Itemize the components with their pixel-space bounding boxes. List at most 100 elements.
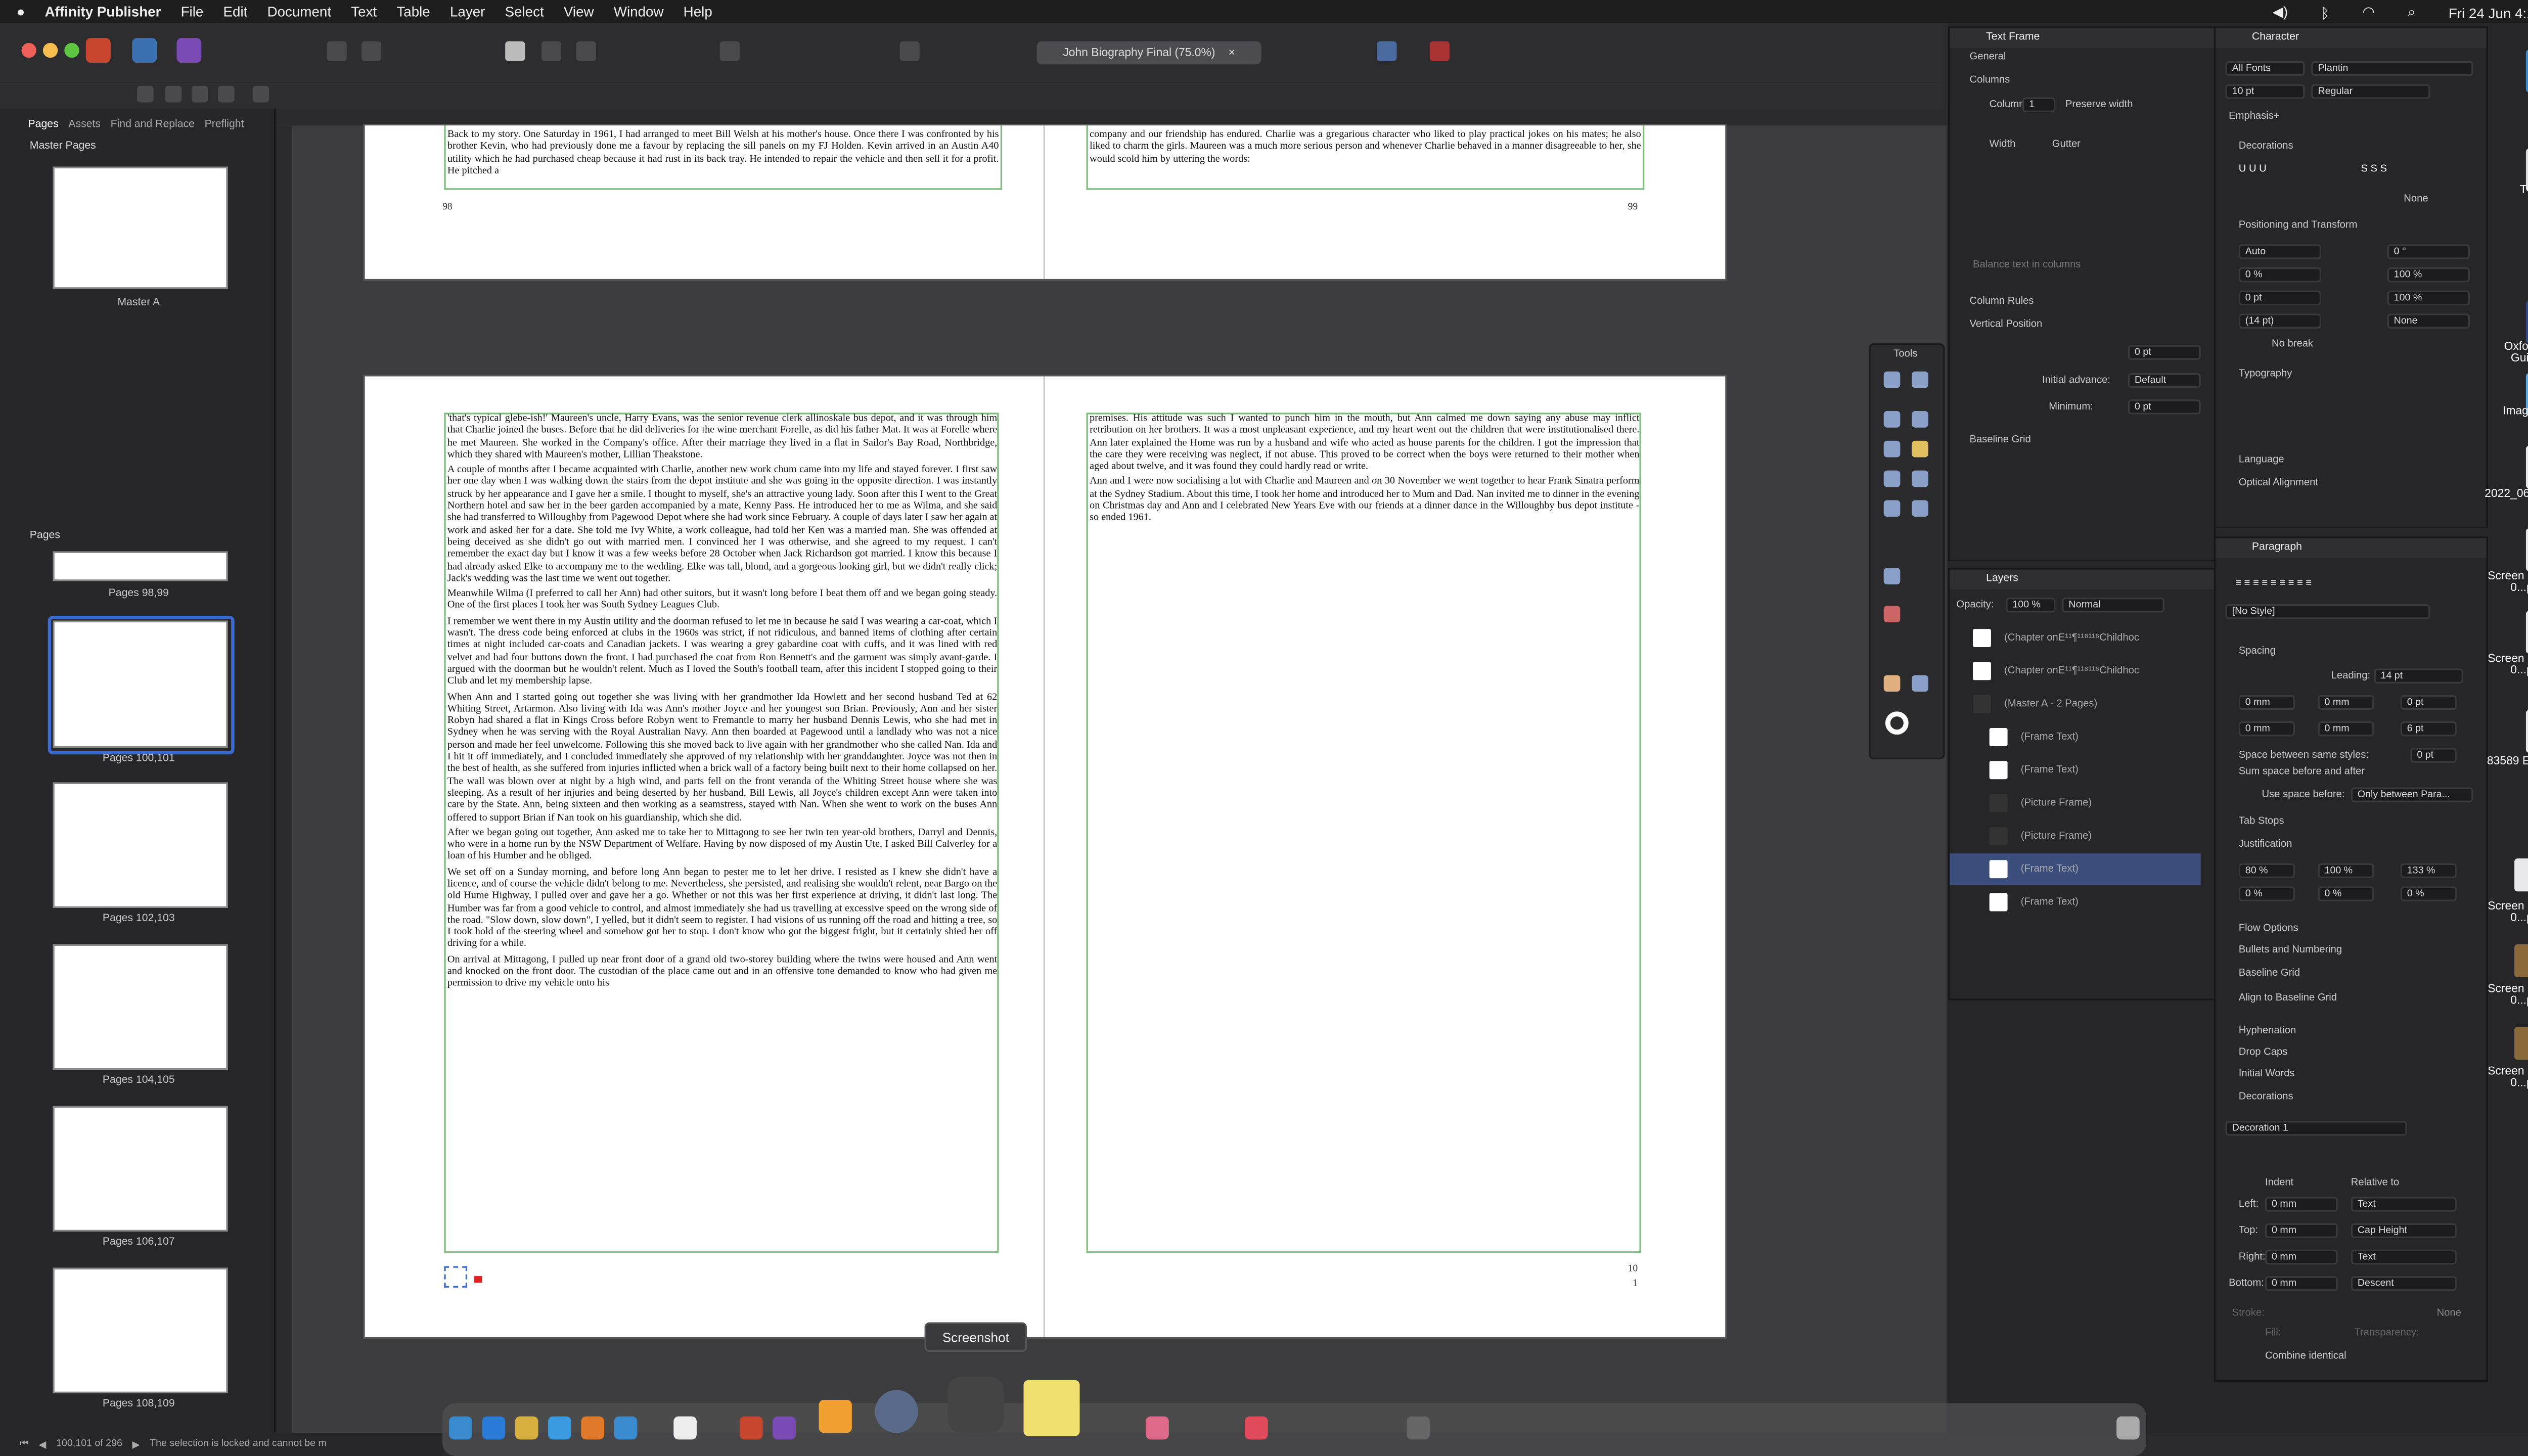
baseline-shift-field[interactable]: 0 pt xyxy=(2238,290,2322,306)
master-pages-header[interactable]: Master Pages xyxy=(30,141,96,152)
arrange-icon[interactable] xyxy=(719,41,740,61)
baseline-grid-section[interactable]: Baseline Grid xyxy=(2239,967,2300,979)
minimum-field[interactable]: 0 pt xyxy=(2128,399,2201,415)
layer-row[interactable]: (Chapter onE¹¹¶¹¹⁸¹¹⁶Childhoc xyxy=(1950,655,2200,687)
zoom-tool-icon[interactable] xyxy=(1912,675,1928,692)
preferences-icon[interactable] xyxy=(327,41,347,61)
desktop-image-icon[interactable] xyxy=(2514,944,2528,978)
snapping-icon[interactable] xyxy=(899,41,920,61)
view-mode-icon[interactable] xyxy=(505,41,525,61)
safari-icon[interactable] xyxy=(548,1416,571,1440)
paragraph-title[interactable]: Paragraph xyxy=(2216,538,2487,558)
page-thumb-102-103[interactable] xyxy=(53,782,228,908)
decoration-select[interactable]: Decoration 1 xyxy=(2225,1121,2407,1136)
opacity-field[interactable]: 100 % xyxy=(2006,598,2056,613)
page-thumb-104-105[interactable] xyxy=(53,944,228,1070)
alignment-icons[interactable]: ≡ ≡ ≡ ≡ ≡ ≡ ≡ ≡ ≡ xyxy=(2235,578,2312,589)
zoom-window-icon[interactable] xyxy=(64,42,79,58)
minimize-window-icon[interactable] xyxy=(42,42,58,58)
layer-row[interactable]: (Frame Text) xyxy=(1950,886,2200,918)
master-a-thumbnail[interactable] xyxy=(53,166,228,289)
section-column-rules[interactable]: Column Rules xyxy=(1970,295,2034,307)
node-tool-icon[interactable] xyxy=(1912,371,1928,388)
space-same-styles-field[interactable]: 0 pt xyxy=(2410,748,2457,763)
desktop-image-icon[interactable] xyxy=(2525,528,2528,571)
skew-field[interactable]: 0 ° xyxy=(2387,244,2470,259)
last-line-indent-field[interactable]: 0 mm xyxy=(2318,721,2374,737)
preview-icon[interactable] xyxy=(875,1390,918,1433)
app-store-icon[interactable] xyxy=(482,1416,506,1440)
layer-row[interactable]: (Master A - 2 Pages) xyxy=(1950,689,2200,720)
use-space-before-select[interactable]: Only between Para... xyxy=(2351,787,2473,802)
tracking-field[interactable]: 0 % xyxy=(2238,267,2322,283)
horizontal-scale-field[interactable]: 100 % xyxy=(2387,290,2470,306)
kerning-field[interactable]: Auto xyxy=(2238,244,2322,259)
initial-words-section[interactable]: Initial Words xyxy=(2239,1068,2295,1080)
underline-icon[interactable]: U U U xyxy=(2239,163,2267,175)
text-frame-title[interactable]: Text Frame xyxy=(1950,28,2214,48)
decoration-top-relative[interactable]: Cap Height xyxy=(2351,1223,2457,1238)
notes-icon[interactable] xyxy=(515,1416,538,1440)
fill-tool-icon[interactable] xyxy=(1883,606,1901,623)
tab-find-replace[interactable]: Find and Replace xyxy=(111,119,195,130)
page-thumb-108-109[interactable] xyxy=(53,1267,228,1393)
layers-title[interactable]: Layers xyxy=(1950,569,2214,589)
music-icon[interactable] xyxy=(1245,1416,1268,1440)
decorations-section[interactable]: Decorations xyxy=(2239,141,2293,152)
menu-view[interactable]: View xyxy=(564,4,594,20)
layer-row[interactable]: (Picture Frame) xyxy=(1950,788,2200,819)
snap-object-icon[interactable] xyxy=(165,85,182,103)
color-wheel-icon[interactable] xyxy=(1885,711,1909,735)
publisher-app-icon[interactable] xyxy=(739,1416,763,1440)
color-icon[interactable] xyxy=(1429,41,1450,61)
space-same-styles-label[interactable]: Space between same styles: xyxy=(2239,749,2369,761)
menu-text[interactable]: Text xyxy=(351,4,377,20)
document-setup-icon[interactable] xyxy=(362,41,382,61)
screenshot-app-icon[interactable] xyxy=(947,1377,1004,1433)
blend-mode-select[interactable]: Normal xyxy=(2062,598,2164,613)
frame-icon[interactable] xyxy=(1377,41,1397,61)
close-tab-icon[interactable]: × xyxy=(1229,47,1235,59)
rectangle-tool-icon[interactable] xyxy=(1883,470,1901,487)
balance-checkbox[interactable]: Balance text in columns xyxy=(1973,259,2081,271)
bluetooth-icon[interactable]: ᛒ xyxy=(2321,4,2329,21)
preserve-width-checkbox[interactable]: Preserve width xyxy=(2065,99,2133,111)
prev-page-icon[interactable]: ◀ xyxy=(38,1439,46,1450)
page-thumb-100-101[interactable] xyxy=(53,620,228,748)
desktop-pdf-icon[interactable] xyxy=(2525,710,2528,753)
no-break-checkbox[interactable]: No break xyxy=(2272,338,2313,350)
space-before-field[interactable]: 0 pt xyxy=(2400,695,2457,710)
strikethrough-icon[interactable]: S S S xyxy=(2361,163,2387,175)
desktop-file-icon[interactable] xyxy=(2525,49,2528,93)
transform-icon[interactable] xyxy=(218,85,235,103)
hyphenation-section[interactable]: Hyphenation xyxy=(2239,1025,2296,1037)
page-thumb-98-99[interactable] xyxy=(53,551,228,581)
hand-tool-icon[interactable] xyxy=(1883,675,1901,692)
mail-icon[interactable] xyxy=(614,1416,638,1440)
left-indent-field[interactable]: 0 mm xyxy=(2238,695,2295,710)
next-page-icon[interactable]: ▶ xyxy=(132,1439,140,1450)
letter-spacing-min-field[interactable]: 0 % xyxy=(2238,886,2295,901)
page-thumb-106-107[interactable] xyxy=(53,1106,228,1232)
typography-section[interactable]: Typography xyxy=(2239,368,2292,380)
photo-persona-icon[interactable] xyxy=(176,38,202,63)
menu-document[interactable]: Document xyxy=(267,4,332,20)
font-size-field[interactable]: 10 pt xyxy=(2225,84,2305,99)
section-columns[interactable]: Columns xyxy=(1970,74,2010,86)
document-canvas[interactable]: Back to my story. One Saturday in 1961, … xyxy=(276,109,1947,1433)
decoration-top-field[interactable]: 0 mm xyxy=(2265,1223,2338,1238)
snap-margin-icon[interactable] xyxy=(191,85,208,103)
desktop-image-icon[interactable] xyxy=(2525,611,2528,654)
leading-field[interactable]: 14 pt xyxy=(2374,668,2463,684)
word-spacing-min-field[interactable]: 80 % xyxy=(2238,863,2295,879)
desktop-pdf-icon[interactable] xyxy=(2525,300,2528,344)
menu-select[interactable]: Select xyxy=(505,4,544,20)
spacing-section[interactable]: Spacing xyxy=(2239,646,2276,657)
designer-app-icon[interactable] xyxy=(773,1416,796,1440)
layer-row[interactable]: (Chapter onE¹¹¶¹¹⁸¹¹⁶Childhoc xyxy=(1950,622,2200,654)
font-collection-select[interactable]: All Fonts xyxy=(2225,61,2305,76)
tab-assets[interactable]: Assets xyxy=(68,119,101,130)
vertical-scale-field[interactable]: 100 % xyxy=(2387,267,2470,283)
combine-identical-checkbox[interactable]: Combine identical xyxy=(2265,1350,2346,1362)
clock[interactable]: Fri 24 Jun 4:14 pm xyxy=(2449,4,2528,21)
